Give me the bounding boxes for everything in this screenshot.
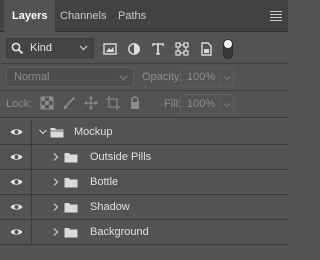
layer-name: Shadow bbox=[90, 201, 130, 213]
panel-tab-bar: Layers Channels Paths bbox=[0, 0, 288, 33]
folder-icon bbox=[64, 203, 78, 213]
opacity-value: 100% bbox=[187, 71, 216, 83]
tab-channels[interactable]: Channels bbox=[52, 0, 114, 32]
blend-mode-row: Normal Opacity: 100% bbox=[0, 64, 288, 90]
chevron-right-icon[interactable] bbox=[51, 177, 61, 187]
type-filter-icon[interactable] bbox=[150, 41, 166, 57]
visibility-toggle[interactable] bbox=[0, 170, 32, 194]
chevron-down-icon bbox=[119, 75, 128, 81]
visibility-toggle[interactable] bbox=[0, 195, 32, 219]
layer-row-outside-pills[interactable]: Outside Pills bbox=[0, 145, 288, 170]
eye-icon bbox=[10, 229, 23, 235]
chevron-right-icon[interactable] bbox=[51, 227, 61, 237]
divider bbox=[0, 117, 288, 118]
chevron-down-icon bbox=[223, 103, 231, 108]
eye-icon bbox=[10, 129, 23, 135]
adjustment-filter-icon[interactable] bbox=[126, 41, 142, 57]
layer-row-mockup[interactable]: Mockup bbox=[0, 120, 288, 145]
lock-all-icon[interactable] bbox=[128, 96, 142, 110]
layer-name: Background bbox=[90, 226, 149, 238]
chevron-right-icon[interactable] bbox=[51, 202, 61, 212]
folder-open-icon bbox=[50, 128, 64, 138]
tab-paths[interactable]: Paths bbox=[110, 0, 154, 32]
folder-icon bbox=[64, 228, 78, 238]
tab-layers[interactable]: Layers bbox=[4, 0, 56, 33]
fill-field[interactable]: 100% bbox=[180, 94, 220, 114]
lock-artboard-nesting-icon[interactable] bbox=[106, 96, 120, 110]
lock-row: Lock: Fill: 100% bbox=[0, 91, 288, 117]
chevron-down-icon bbox=[79, 45, 88, 51]
layers-list: Mockup Outside Pills Bottle Shadow Backg… bbox=[0, 120, 288, 260]
eye-icon bbox=[10, 154, 23, 160]
fill-dropdown-button[interactable] bbox=[220, 94, 234, 114]
visibility-toggle[interactable] bbox=[0, 220, 32, 244]
folder-icon bbox=[64, 178, 78, 188]
lock-position-move-icon[interactable] bbox=[84, 96, 98, 110]
lock-transparent-pixels-icon[interactable] bbox=[40, 96, 54, 110]
visibility-toggle[interactable] bbox=[0, 120, 32, 144]
filter-kind-select[interactable]: Kind bbox=[6, 38, 94, 58]
visibility-toggle[interactable] bbox=[0, 145, 32, 169]
lock-image-pixels-brush-icon[interactable] bbox=[62, 96, 76, 110]
opacity-dropdown-button[interactable] bbox=[220, 67, 234, 87]
chevron-down-icon bbox=[223, 76, 231, 81]
opacity-field[interactable]: 100% bbox=[180, 67, 220, 87]
eye-icon bbox=[10, 179, 23, 185]
smart-object-filter-icon[interactable] bbox=[198, 41, 214, 57]
search-icon bbox=[11, 42, 24, 55]
layer-name: Bottle bbox=[90, 176, 119, 188]
layer-row-bottle[interactable]: Bottle bbox=[0, 170, 288, 195]
layer-row-shadow[interactable]: Shadow bbox=[0, 195, 288, 220]
shape-filter-icon[interactable] bbox=[174, 41, 190, 57]
panel-menu-icon[interactable] bbox=[270, 11, 282, 21]
filter-row: Kind bbox=[0, 33, 288, 63]
chevron-down-icon[interactable] bbox=[38, 127, 48, 137]
layers-panel: Layers Channels Paths Kind Normal Opacit… bbox=[0, 0, 288, 260]
pixel-filter-icon[interactable] bbox=[102, 41, 118, 57]
lock-label: Lock: bbox=[6, 98, 33, 110]
filter-kind-label: Kind bbox=[30, 42, 53, 54]
fill-label: Fill: bbox=[164, 98, 182, 110]
layer-name: Outside Pills bbox=[90, 151, 152, 163]
chevron-right-icon[interactable] bbox=[51, 152, 61, 162]
blend-mode-label: Normal bbox=[14, 71, 50, 83]
opacity-label: Opacity: bbox=[142, 71, 183, 83]
folder-icon bbox=[64, 153, 78, 163]
layer-name: Mockup bbox=[74, 126, 113, 138]
layer-row-background[interactable]: Background bbox=[0, 220, 288, 245]
blend-mode-select[interactable]: Normal bbox=[6, 67, 134, 87]
fill-value: 100% bbox=[187, 98, 216, 110]
eye-icon bbox=[10, 204, 23, 210]
filter-toggle-switch[interactable] bbox=[223, 39, 233, 59]
